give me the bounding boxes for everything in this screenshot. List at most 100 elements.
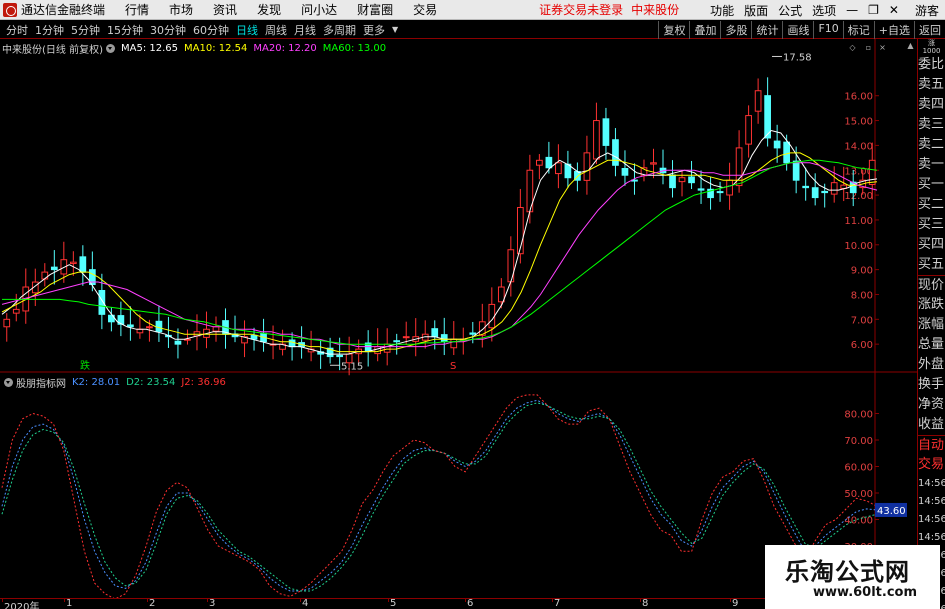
candle-body xyxy=(69,261,77,265)
indicator-tick-label: 80.00 xyxy=(844,410,873,421)
period-tab-monthly[interactable]: 月线 xyxy=(293,22,317,38)
candle-body xyxy=(688,176,695,184)
period-tab-5min[interactable]: 5分钟 xyxy=(70,22,101,38)
ma-line-ma5 xyxy=(1,129,878,355)
period-tab-15min[interactable]: 15分钟 xyxy=(106,22,144,38)
quote-top-label-up: 涨 xyxy=(928,39,935,47)
period-toolbar: 分时 1分钟 5分钟 15分钟 30分钟 60分钟 日线 周线 月线 多周期 更… xyxy=(0,21,945,39)
candle-body xyxy=(127,324,134,328)
candle-body xyxy=(545,156,553,169)
dropdown-circle-icon[interactable] xyxy=(4,378,13,387)
date-axis-label: 8 xyxy=(642,598,649,609)
d2-legend: D2: 23.54 xyxy=(126,377,176,388)
candle-body xyxy=(792,160,800,181)
candle-body xyxy=(41,271,49,280)
menu-item-discover[interactable]: 发现 xyxy=(257,1,281,18)
candle-body xyxy=(146,326,153,329)
price-tick-label: 8.00 xyxy=(851,290,873,301)
date-axis-label: 9 xyxy=(732,598,739,609)
candle-body xyxy=(669,174,676,189)
candle-body xyxy=(497,286,505,303)
tool-adjust-button[interactable]: 复权 xyxy=(658,21,689,39)
menu-item-market[interactable]: 市场 xyxy=(169,1,193,18)
maximize-panel-icon[interactable]: ▫ xyxy=(864,43,873,52)
candle-body xyxy=(536,159,543,166)
menu-item-quotes[interactable]: 行情 xyxy=(125,1,149,18)
close-icon[interactable]: ✕ xyxy=(889,3,899,17)
quote-row-label: 外盘 xyxy=(918,357,945,372)
quote-top-label-1000: 1000 xyxy=(922,47,941,55)
menu-item-wealth-circle[interactable]: 财富圈 xyxy=(357,1,393,18)
tool-add-watchlist-button[interactable]: +自选 xyxy=(873,21,914,39)
period-tab-1min[interactable]: 1分钟 xyxy=(34,22,65,38)
date-axis-tick xyxy=(730,599,731,602)
candle-body xyxy=(745,115,752,145)
quote-auto-label[interactable]: 自动 xyxy=(918,435,945,455)
period-tab-multi[interactable]: 多周期 xyxy=(322,22,357,38)
menu-item-options[interactable]: 选项 xyxy=(812,2,836,19)
menu-item-function[interactable]: 功能 xyxy=(710,2,734,19)
date-axis-tick xyxy=(388,599,389,602)
menu-item-trade[interactable]: 交易 xyxy=(413,1,437,18)
ma-line-ma20 xyxy=(1,162,878,348)
quote-row-label: 卖二 xyxy=(918,137,945,152)
app-logo-icon xyxy=(3,2,17,17)
menu-item-formula[interactable]: 公式 xyxy=(778,2,802,19)
login-notice[interactable]: 证券交易未登录 xyxy=(539,1,623,18)
candle-body xyxy=(868,159,876,185)
tool-overlay-button[interactable]: 叠加 xyxy=(689,21,720,39)
date-axis-label: 6 xyxy=(467,598,474,609)
dropdown-circle-icon[interactable] xyxy=(105,44,115,53)
menu-item-ask[interactable]: 问小达 xyxy=(301,1,337,18)
indicator-line-j2 xyxy=(1,394,878,600)
menu-item-news[interactable]: 资讯 xyxy=(213,1,237,18)
quote-trade-label[interactable]: 交易 xyxy=(918,455,945,475)
candle-body xyxy=(79,256,87,273)
candle-body xyxy=(383,343,391,353)
tool-back-button[interactable]: 返回 xyxy=(914,21,945,39)
candle-body xyxy=(678,177,686,183)
restore-icon[interactable]: ❐ xyxy=(868,3,879,17)
price-tick-label: 11.00 xyxy=(844,216,873,227)
high-price-label: 17.58 xyxy=(783,52,812,63)
scroll-up-icon[interactable]: ▲ xyxy=(906,41,915,50)
tool-multi-stock-button[interactable]: 多股 xyxy=(720,21,751,39)
quote-row-label: 卖五 xyxy=(918,77,945,92)
candle-body xyxy=(726,179,733,196)
watermark: 乐淘公式网 www.60lt.com xyxy=(765,545,940,609)
price-tick-label: 9.00 xyxy=(851,266,873,277)
price-tick-label: 14.00 xyxy=(844,141,873,152)
chart-area[interactable]: 16.00 15.00 14.00 13.00 12.00 11.00 10.00 9.00 8… xyxy=(0,39,917,609)
chart-canvas[interactable]: 16.0015.0014.0013.0012.0011.0010.009.008… xyxy=(0,39,917,609)
date-axis-label: 2020年 xyxy=(4,602,40,609)
candle-body xyxy=(469,332,477,335)
period-tab-more[interactable]: 更多 xyxy=(362,22,386,38)
guest-label[interactable]: 游客 xyxy=(915,2,939,19)
candle-body xyxy=(830,182,838,195)
quote-row-label: 买五 xyxy=(918,257,945,272)
quote-row-label: 卖一 xyxy=(918,157,945,172)
period-tab-daily[interactable]: 日线 xyxy=(235,22,259,38)
tool-f10-button[interactable]: F10 xyxy=(813,21,842,39)
minimize-icon[interactable]: — xyxy=(846,3,858,17)
price-tick-label: 6.00 xyxy=(851,340,873,351)
menu-item-layout[interactable]: 版面 xyxy=(744,2,768,19)
close-panel-icon[interactable]: × xyxy=(878,43,887,52)
tool-mark-button[interactable]: 标记 xyxy=(842,21,874,39)
tool-draw-button[interactable]: 画线 xyxy=(782,21,813,39)
period-tab-30min[interactable]: 30分钟 xyxy=(149,22,187,38)
ma5-legend: MA5: 12.65 xyxy=(120,43,178,54)
period-tab-timeshare[interactable]: 分时 xyxy=(5,22,29,38)
period-tab-weekly[interactable]: 周线 xyxy=(264,22,288,38)
candle-body xyxy=(402,336,410,339)
candle-body xyxy=(612,139,619,166)
quote-time: 14:56 xyxy=(918,478,945,489)
chevron-down-icon[interactable]: ▼ xyxy=(391,25,399,34)
diamond-icon[interactable]: ◇ xyxy=(848,43,857,52)
price-tick-label: 15.00 xyxy=(844,117,873,128)
period-tab-60min[interactable]: 60分钟 xyxy=(192,22,230,38)
price-legend: 中来股份(日线 前复权) MA5: 12.65 MA10: 12.54 MA20… xyxy=(2,41,386,56)
j2-legend: J2: 36.96 xyxy=(181,377,226,388)
tool-stats-button[interactable]: 统计 xyxy=(751,21,782,39)
date-axis-label: 4 xyxy=(302,598,309,609)
